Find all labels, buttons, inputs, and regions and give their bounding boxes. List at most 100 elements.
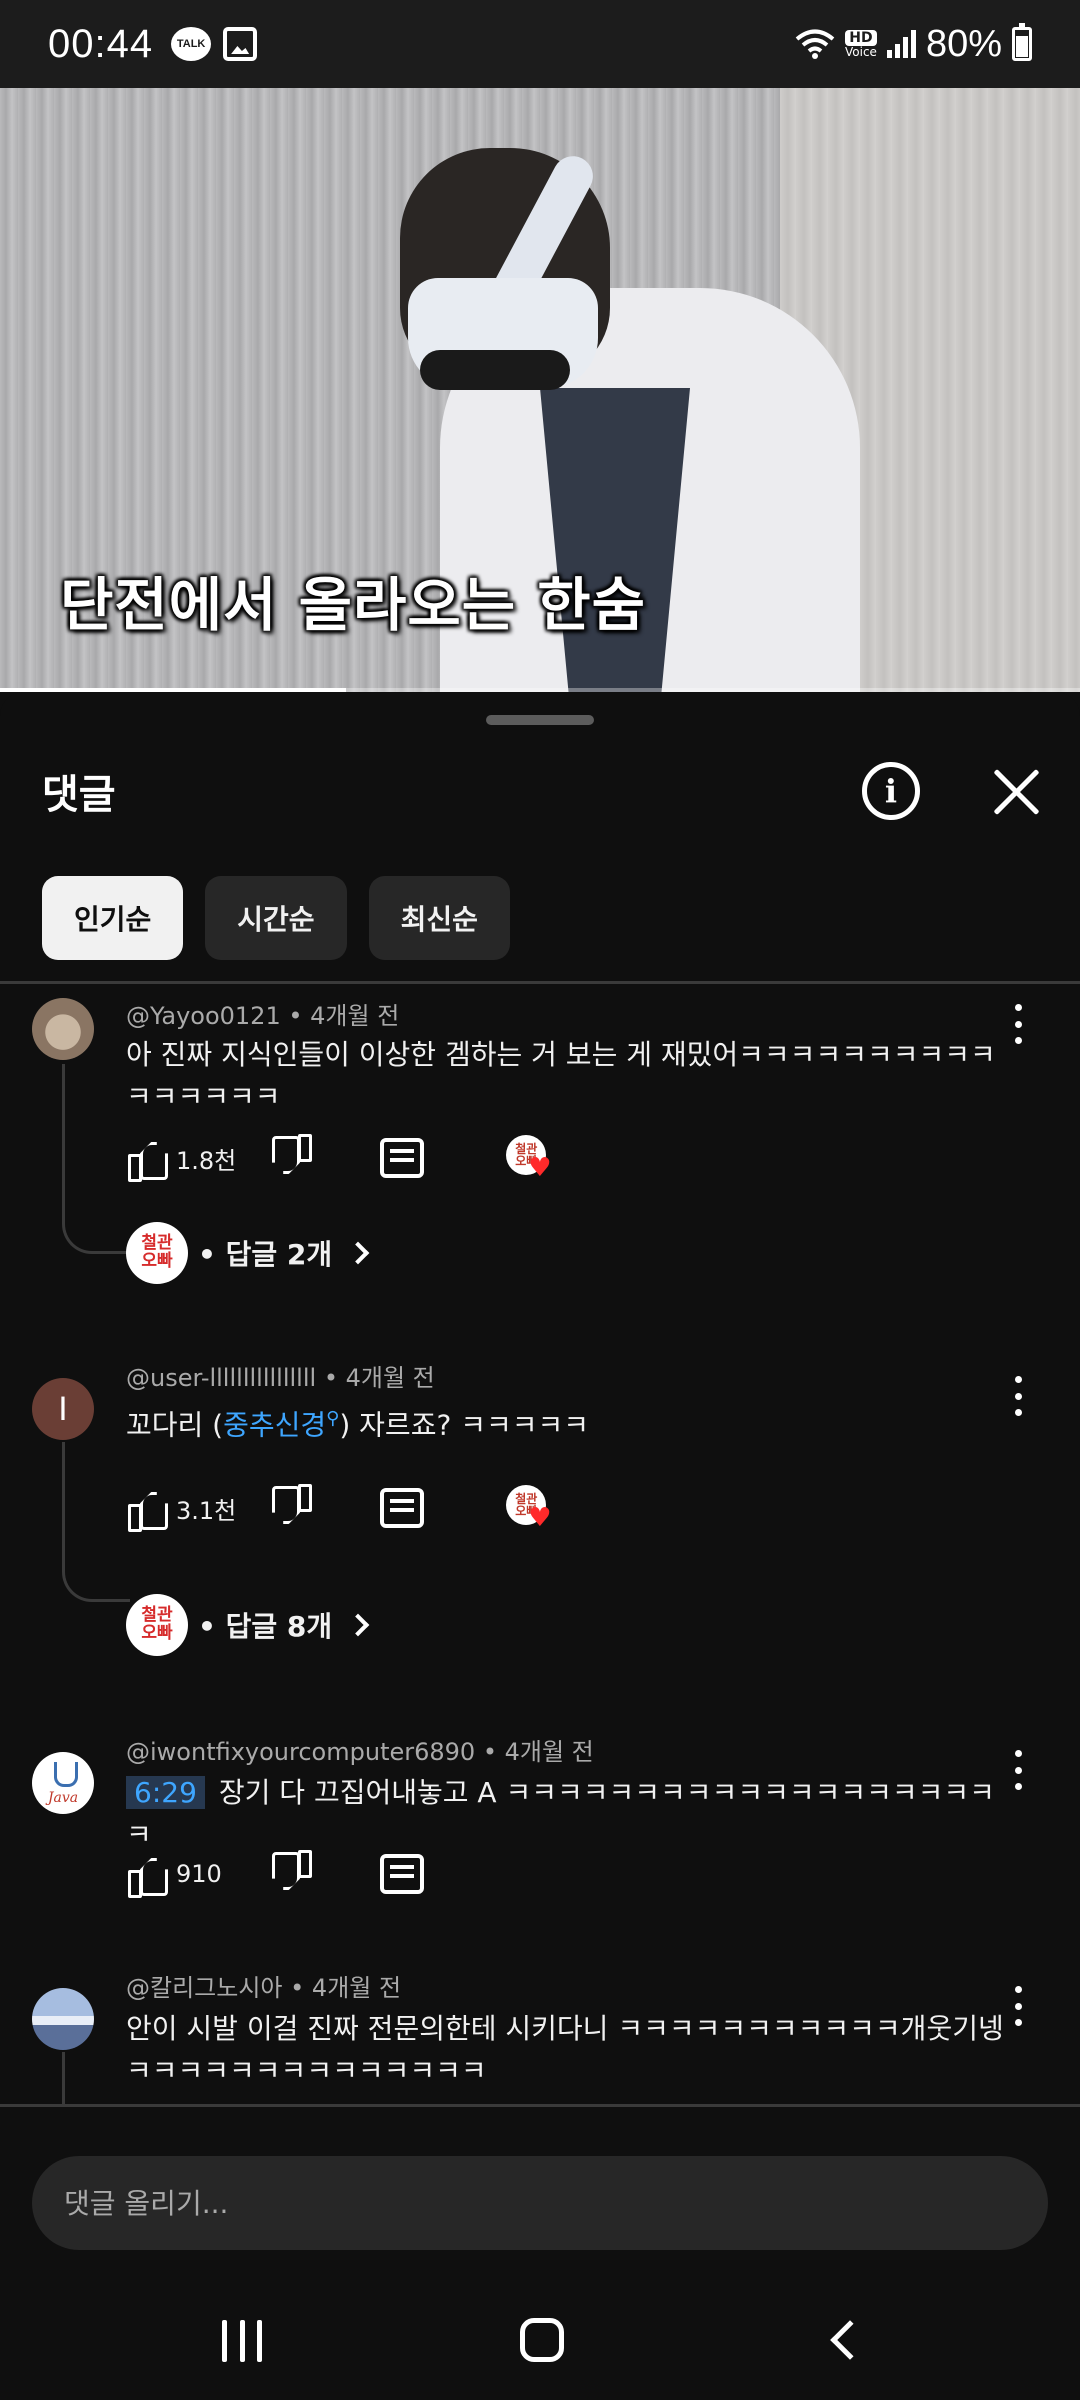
comment-text-before: 꼬다리 ( (126, 1408, 224, 1442)
comment-actions: 1.8천 철관 오빠 ♥ (126, 1134, 552, 1182)
thread-curve (62, 1562, 130, 1602)
battery-icon (1012, 23, 1032, 61)
more-icon[interactable] (1012, 1750, 1024, 1790)
reply-icon (380, 1138, 425, 1178)
comment-time: 4개월 전 (345, 1364, 435, 1392)
battery-percentage: 80% (925, 22, 1002, 65)
avatar[interactable] (32, 998, 94, 1060)
comment-text-body: 장기 다 끄집어내놓고 A ㅋㅋㅋㅋㅋㅋㅋㅋㅋㅋㅋㅋㅋㅋㅋㅋㅋㅋㅋㅋ (126, 1776, 995, 1851)
like-button[interactable]: 910 (126, 1854, 222, 1898)
divider (0, 2104, 1080, 2107)
status-bar: 00:44 TALK HD Voice 80% (0, 0, 1080, 88)
search-icon[interactable]: ⚲ (326, 1408, 339, 1429)
video-frame-vr-lens (420, 350, 570, 390)
more-icon[interactable] (1012, 1004, 1024, 1044)
status-time: 00:44 (48, 21, 154, 66)
comment-meta: @iwontfixyourcomputer6890 • 4개월 전 (126, 1732, 594, 1767)
like-count: 910 (176, 1860, 222, 1888)
avatar[interactable]: Java (32, 1752, 94, 1814)
dislike-button[interactable] (274, 1138, 314, 1178)
back-icon[interactable] (830, 2320, 870, 2360)
reply-icon (379, 1854, 424, 1894)
meta-separator: • (290, 1974, 312, 2002)
video-subtitle: 단전에서 올라오는 한숨 (60, 571, 646, 639)
creator-heart-icon: 철관 오빠 ♥ (506, 1135, 552, 1181)
signal-icon (886, 30, 916, 58)
like-icon (126, 1488, 166, 1532)
video-player[interactable]: 단전에서 올라오는 한숨 (0, 88, 1080, 692)
sort-chip-popular[interactable]: 인기순 (42, 876, 184, 960)
comment-text: 아 진짜 지식인들이 이상한 겜하는 거 보는 게 재밌어ㅋㅋㅋㅋㅋㅋㅋㅋㅋㅋㅋ… (126, 1038, 996, 1113)
comment-time: 4개월 전 (504, 1738, 594, 1766)
chevron-right-icon (346, 1241, 370, 1265)
more-icon[interactable] (1012, 1986, 1024, 2026)
voice-label: Voice (845, 45, 877, 59)
timestamp-link[interactable]: 6:29 (126, 1776, 205, 1809)
hd-label: HD (845, 30, 877, 46)
avatar[interactable] (32, 1988, 94, 2050)
wifi-icon (795, 29, 835, 59)
comment-text: 6:29 장기 다 끄집어내놓고 A ㅋㅋㅋㅋㅋㅋㅋㅋㅋㅋㅋㅋㅋㅋㅋㅋㅋㅋㅋㅋ (126, 1772, 1006, 1856)
comment-meta: @Yayoo0121 • 4개월 전 (126, 996, 399, 1031)
heart-icon: ♥ (528, 1153, 552, 1183)
reply-button[interactable] (380, 1138, 425, 1178)
recent-apps-icon[interactable] (222, 2320, 262, 2362)
meta-separator: • (288, 1002, 311, 1030)
comment-text: 꼬다리 (중추신경⚲) 자르죠? ㅋㅋㅋㅋㅋ (126, 1398, 1006, 1446)
meta-separator: • (323, 1364, 346, 1392)
dislike-button[interactable] (274, 1488, 314, 1528)
comment-meta: @user-llllllllllllllll • 4개월 전 (126, 1358, 435, 1393)
sort-chips: 인기순 시간순 최신순 (42, 876, 510, 960)
thread-curve (62, 1214, 130, 1254)
creator-heart: 철관 오빠 ♥ (506, 1135, 552, 1181)
meta-separator: • (482, 1738, 505, 1766)
comment-input[interactable] (32, 2156, 1048, 2250)
thread-line (62, 1442, 65, 1562)
hd-voice-icon: HD Voice (845, 30, 877, 58)
avatar[interactable]: I (32, 1378, 94, 1440)
photo-icon (223, 27, 258, 61)
sort-chip-newest[interactable]: 최신순 (368, 876, 510, 960)
system-nav-bar (0, 2280, 1080, 2400)
talk-icon: TALK (171, 27, 212, 61)
creator-avatar: 철관 오빠 (126, 1594, 188, 1656)
comment-author[interactable]: @user-llllllllllllllll (126, 1364, 316, 1392)
like-button[interactable]: 3.1천 (126, 1488, 236, 1532)
comments-list[interactable]: @Yayoo0121 • 4개월 전 아 진짜 지식인들이 이상한 겜하는 거 … (0, 984, 1080, 2104)
sheet-drag-handle[interactable] (486, 715, 594, 725)
replies-label: • 답글 8개 (198, 1610, 333, 1643)
dislike-icon (274, 1138, 314, 1178)
comment-actions: 910 (126, 1850, 424, 1898)
sort-chip-time[interactable]: 시간순 (205, 876, 347, 960)
comment-text: 안이 시발 이걸 진짜 전문의한테 시키다니 ㅋㅋㅋㅋㅋㅋㅋㅋㅋㅋㅋ개웃기넹ㅋㅋ… (126, 2012, 1004, 2087)
like-icon (126, 1138, 166, 1182)
comment-author[interactable]: @iwontfixyourcomputer6890 (126, 1738, 475, 1766)
home-icon[interactable] (520, 2318, 564, 2362)
dislike-button[interactable] (274, 1854, 314, 1894)
reply-button[interactable] (379, 1854, 424, 1894)
notification-icons: TALK (171, 27, 258, 61)
thread-line (62, 1064, 65, 1214)
like-button[interactable]: 1.8천 (126, 1138, 236, 1182)
status-indicators: HD Voice 80% (795, 23, 1032, 66)
reply-icon (380, 1488, 425, 1528)
more-icon[interactable] (1012, 1376, 1024, 1416)
dislike-icon (274, 1854, 314, 1894)
comment-author[interactable]: @칼리그노시아 (126, 1974, 282, 2002)
close-icon[interactable] (990, 766, 1042, 818)
comment-text-after: ) 자르죠? ㅋㅋㅋㅋㅋ (339, 1408, 590, 1442)
comments-title: 댓글 (42, 772, 116, 818)
replies-button[interactable]: 철관 오빠 • 답글 8개 (126, 1594, 370, 1656)
replies-button[interactable]: 철관 오빠 • 답글 2개 (126, 1222, 370, 1284)
thread-line (62, 2052, 65, 2104)
comment-actions: 3.1천 철관 오빠 ♥ (126, 1484, 552, 1532)
comment-author[interactable]: @Yayoo0121 (126, 1002, 281, 1030)
heart-icon: ♥ (528, 1503, 552, 1533)
comment-meta: @칼리그노시아 • 4개월 전 (126, 1968, 401, 2003)
reply-button[interactable] (380, 1488, 425, 1528)
info-icon[interactable]: i (862, 762, 920, 820)
hashtag-link[interactable]: 중추신경 (223, 1408, 326, 1441)
comment-time: 4개월 전 (310, 1002, 400, 1030)
chevron-right-icon (346, 1613, 370, 1637)
like-icon (126, 1854, 166, 1898)
